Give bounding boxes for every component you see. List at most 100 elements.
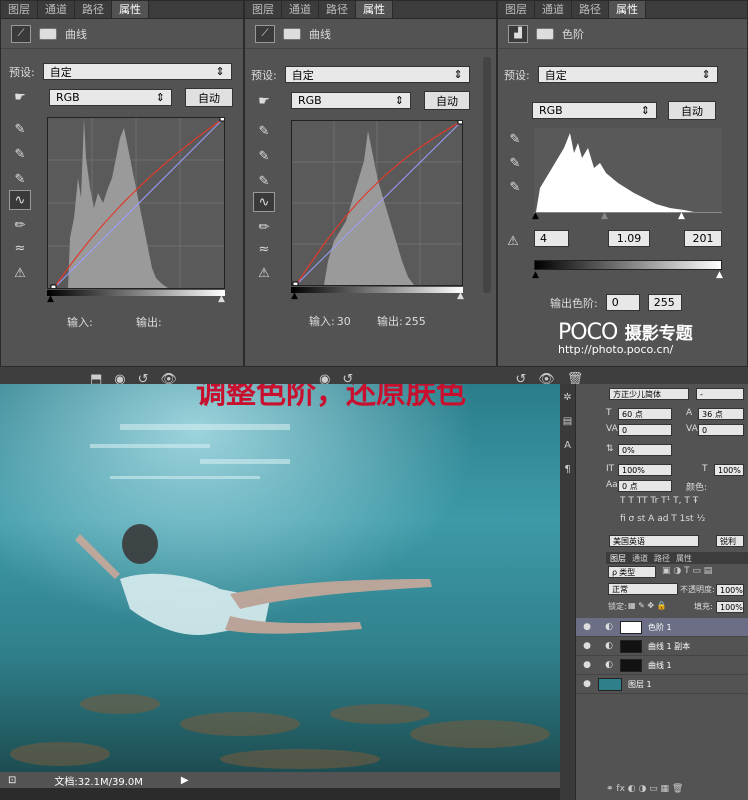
auto-button[interactable]: 自动 bbox=[424, 91, 470, 110]
tab-paths[interactable]: 路径 bbox=[654, 553, 670, 564]
mask-icon[interactable] bbox=[536, 27, 554, 40]
tab-channels[interactable]: 通道 bbox=[38, 1, 75, 18]
black-eyedropper-icon[interactable]: ✎ bbox=[253, 121, 275, 141]
output-black-slider[interactable]: ▲ bbox=[532, 270, 539, 280]
clipping-warning-icon[interactable]: ⚠ bbox=[502, 231, 524, 251]
tab-channels[interactable]: 通道 bbox=[535, 1, 572, 18]
tab-channels[interactable]: 通道 bbox=[282, 1, 319, 18]
gray-eyedropper-icon[interactable]: ✎ bbox=[9, 144, 31, 164]
tab-layers[interactable]: 图层 bbox=[498, 1, 535, 18]
mask-icon[interactable] bbox=[283, 27, 301, 40]
baseline-shift-select[interactable]: 0% bbox=[618, 444, 672, 456]
mini-tool-icon[interactable]: ✲ bbox=[560, 386, 575, 410]
curve-graph[interactable] bbox=[291, 118, 464, 288]
clipping-warning-icon[interactable]: ⚠ bbox=[253, 263, 275, 283]
hand-adjust-icon[interactable]: ☛ bbox=[9, 87, 31, 107]
mini-tool-icon[interactable]: ¶ bbox=[560, 458, 575, 482]
kerning-input[interactable]: 0 bbox=[618, 424, 672, 436]
tab-layers[interactable]: 图层 bbox=[610, 553, 626, 564]
levels-black-input[interactable]: 4 bbox=[534, 230, 569, 247]
layer-filter-icons[interactable]: ▣ ◑ T ▭ ▤ bbox=[662, 566, 712, 576]
tab-properties[interactable]: 属性 bbox=[676, 553, 692, 564]
tab-properties[interactable]: 属性 bbox=[356, 1, 393, 18]
white-point-slider[interactable]: ▲ bbox=[218, 294, 225, 304]
white-point-slider[interactable]: ▲ bbox=[457, 291, 464, 301]
layers-bottom-icons[interactable]: ⚭ fx ◐ ◑ ▭ ▦ 🗑 bbox=[606, 784, 748, 794]
preset-select[interactable]: 自定 ⇕ bbox=[284, 66, 470, 83]
auto-button[interactable]: 自动 bbox=[668, 101, 716, 120]
canvas-photo[interactable]: 调整色阶，还原肤色 bbox=[0, 384, 560, 772]
tracking-input[interactable]: 0 bbox=[698, 424, 744, 436]
curve-point-icon[interactable]: ∿ bbox=[253, 192, 275, 212]
levels-white-input[interactable]: 201 bbox=[684, 230, 722, 247]
layer-row-image[interactable]: ● 图层 1 bbox=[576, 675, 748, 694]
tab-layers[interactable]: 图层 bbox=[1, 1, 38, 18]
mini-tool-icon[interactable]: A bbox=[560, 434, 575, 458]
eye-icon[interactable]: ● bbox=[576, 660, 598, 670]
eye-icon[interactable]: ● bbox=[576, 622, 598, 632]
white-eyedropper-icon[interactable]: ✎ bbox=[504, 177, 526, 197]
panel-scrollbar[interactable] bbox=[483, 57, 491, 293]
levels-black-slider[interactable]: ▲ bbox=[532, 211, 539, 221]
status-arrow-icon[interactable]: ▶ bbox=[181, 775, 189, 786]
auto-button[interactable]: 自动 bbox=[185, 88, 233, 107]
tab-paths[interactable]: 路径 bbox=[319, 1, 356, 18]
opacity-input[interactable]: 100% bbox=[716, 584, 744, 596]
font-style-select[interactable]: - bbox=[696, 388, 744, 400]
preset-select[interactable]: 自定 ⇕ bbox=[42, 63, 232, 80]
channel-select[interactable]: RGB ⇕ bbox=[49, 89, 172, 106]
blend-mode-select[interactable]: 正常 bbox=[608, 583, 678, 595]
layer-row-curves[interactable]: ● ◐ 曲线 1 bbox=[576, 656, 748, 675]
pencil-icon[interactable]: ✏ bbox=[253, 217, 275, 237]
clipping-warning-icon[interactable]: ⚠ bbox=[9, 263, 31, 283]
tab-channels[interactable]: 通道 bbox=[632, 553, 648, 564]
zoom-icon[interactable]: ⊡ bbox=[8, 775, 16, 786]
channel-select[interactable]: RGB ⇕ bbox=[532, 102, 657, 119]
levels-gamma-input[interactable]: 1.09 bbox=[608, 230, 650, 247]
preset-select[interactable]: 自定 ⇕ bbox=[537, 66, 718, 83]
curve-graph[interactable] bbox=[47, 115, 226, 291]
levels-white-slider[interactable]: ▲ bbox=[678, 211, 685, 221]
hscale-input[interactable]: 100% bbox=[714, 464, 744, 476]
mask-icon[interactable] bbox=[39, 27, 57, 40]
opentype-buttons[interactable]: fi σ st A ad T 1st ½ bbox=[620, 514, 744, 524]
font-size-input[interactable]: 60 点 bbox=[618, 408, 672, 420]
output-white-slider[interactable]: ▲ bbox=[716, 270, 723, 280]
fill-input[interactable]: 100% bbox=[716, 601, 744, 613]
output-max-input[interactable]: 255 bbox=[647, 294, 682, 311]
layer-row-levels[interactable]: ● ◐ 色阶 1 bbox=[576, 618, 748, 637]
output-min-input[interactable]: 0 bbox=[605, 294, 640, 311]
mini-tool-icon[interactable]: ▤ bbox=[560, 410, 575, 434]
black-point-slider[interactable]: ▲ bbox=[291, 291, 298, 301]
language-select[interactable]: 美国英语 bbox=[609, 535, 699, 547]
white-eyedropper-icon[interactable]: ✎ bbox=[253, 171, 275, 191]
tab-paths[interactable]: 路径 bbox=[75, 1, 112, 18]
eye-icon[interactable]: ● bbox=[576, 679, 598, 689]
curve-point-icon[interactable]: ∿ bbox=[9, 190, 31, 210]
tab-properties[interactable]: 属性 bbox=[609, 1, 646, 18]
vscale-input[interactable]: 100% bbox=[618, 464, 672, 476]
pencil-icon[interactable]: ✏ bbox=[9, 215, 31, 235]
leading-input[interactable]: 36 点 bbox=[698, 408, 744, 420]
text-style-buttons[interactable]: T T TT Tr T¹ T, T Ŧ bbox=[620, 496, 744, 506]
layer-row-curves-copy[interactable]: ● ◐ 曲线 1 副本 bbox=[576, 637, 748, 656]
tab-layers[interactable]: 图层 bbox=[245, 1, 282, 18]
smooth-icon[interactable]: ≈ bbox=[9, 238, 31, 258]
black-point-slider[interactable]: ▲ bbox=[47, 294, 54, 304]
eye-icon[interactable]: ● bbox=[576, 641, 598, 651]
tab-properties[interactable]: 属性 bbox=[112, 1, 149, 18]
tab-paths[interactable]: 路径 bbox=[572, 1, 609, 18]
channel-select[interactable]: RGB ⇕ bbox=[291, 92, 411, 109]
lock-icons[interactable]: ▦ ✎ ✥ 🔒 bbox=[628, 601, 667, 610]
layer-kind-select[interactable]: ρ 类型 bbox=[608, 566, 656, 578]
black-eyedropper-icon[interactable]: ✎ bbox=[9, 119, 31, 139]
smooth-icon[interactable]: ≈ bbox=[253, 239, 275, 259]
gray-eyedropper-icon[interactable]: ✎ bbox=[253, 146, 275, 166]
baseline-input[interactable]: 0 点 bbox=[618, 480, 672, 492]
levels-gamma-slider[interactable]: ▲ bbox=[601, 211, 608, 221]
gray-eyedropper-icon[interactable]: ✎ bbox=[504, 153, 526, 173]
hand-adjust-icon[interactable]: ☛ bbox=[253, 91, 275, 111]
font-family-select[interactable]: 方正少儿简体 bbox=[609, 388, 689, 400]
black-eyedropper-icon[interactable]: ✎ bbox=[504, 129, 526, 149]
white-eyedropper-icon[interactable]: ✎ bbox=[9, 169, 31, 189]
